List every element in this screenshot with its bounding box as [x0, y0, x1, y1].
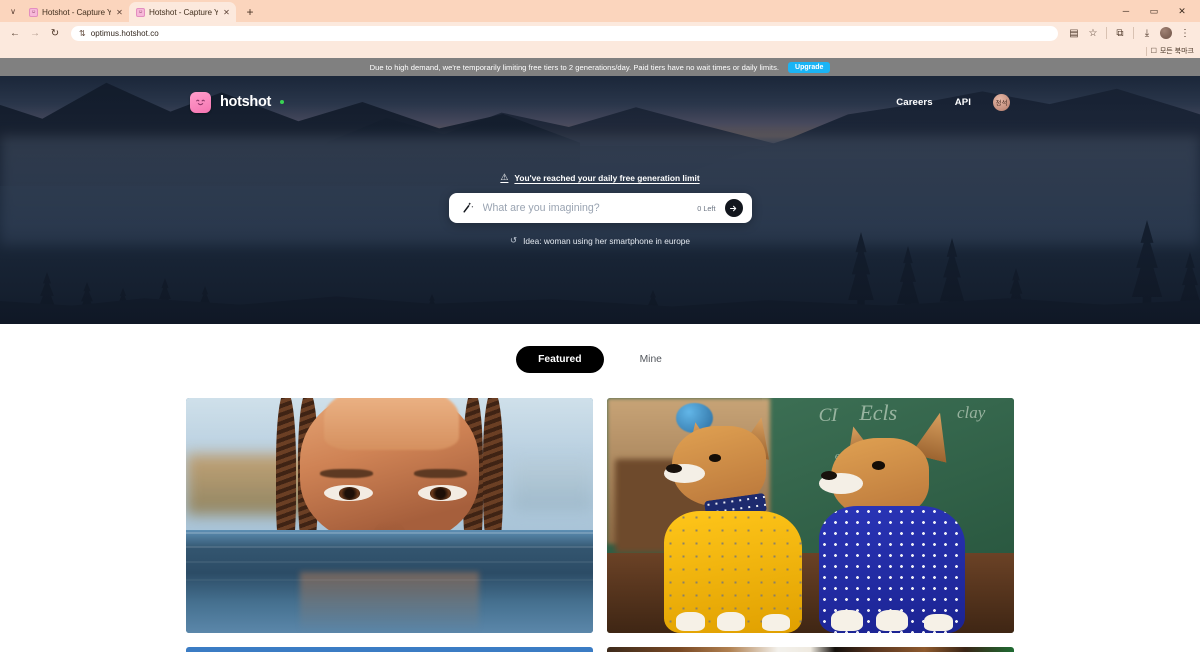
reload-icon[interactable]: ↻: [46, 24, 64, 42]
prompt-bar[interactable]: 0 Left: [448, 193, 752, 223]
hero-section: hotshot Careers API 정석 ⚠ You've reached …: [0, 76, 1200, 324]
hotshot-favicon-icon: ☺: [29, 7, 38, 17]
prompt-input[interactable]: [482, 202, 689, 214]
toolbar-right-actions: ▤ ☆ ⧉ ⤓ ⋮: [1065, 24, 1194, 42]
all-bookmarks-label: 모든 북마크: [1159, 48, 1194, 55]
announcement-banner: Due to high demand, we're temporarily li…: [0, 58, 1200, 76]
forward-icon[interactable]: →: [26, 24, 44, 42]
generation-limit-warning[interactable]: ⚠ You've reached your daily free generat…: [500, 172, 699, 183]
tab-mine[interactable]: Mine: [618, 346, 684, 373]
folder-icon: ☐: [1150, 48, 1157, 55]
browser-tab-1-title: Hotshot - Capture Your Imagi: [42, 7, 111, 17]
submit-prompt-button[interactable]: [724, 199, 743, 217]
brand-name: hotshot: [220, 94, 272, 110]
downloads-icon[interactable]: ⤓: [1138, 24, 1156, 42]
idea-suggestion-text: Idea: woman using her smartphone in euro…: [523, 235, 691, 246]
browser-chrome: ∨ ☺ Hotshot - Capture Your Imagi ✕ ☺ Hot…: [0, 0, 1200, 58]
bookmarks-divider: [1145, 46, 1147, 56]
browser-menu-icon[interactable]: ⋮: [1176, 24, 1194, 42]
back-icon[interactable]: ←: [6, 24, 24, 42]
address-bar[interactable]: ⇅ optimus.hotshot.co: [71, 25, 1058, 41]
brand-logo[interactable]: hotshot: [190, 91, 285, 113]
close-icon[interactable]: ✕: [222, 8, 231, 17]
toolbar-divider: [1133, 27, 1134, 39]
generation-limit-text: You've reached your daily free generatio…: [514, 172, 700, 183]
browser-tab-2-title: Hotshot - Capture Your Imagi: [149, 7, 218, 17]
generations-remaining-label: 0 Left: [697, 203, 716, 213]
artwork-image: [186, 647, 593, 652]
window-close-button[interactable]: ✕: [1168, 0, 1196, 22]
address-bar-url: optimus.hotshot.co: [90, 28, 159, 38]
account-avatar[interactable]: 정석: [993, 93, 1010, 111]
gallery-item-blue-scene-partial[interactable]: [186, 647, 593, 652]
new-tab-button[interactable]: +: [240, 2, 260, 22]
window-controls: ─ ▭ ✕: [1112, 0, 1196, 22]
tab-featured[interactable]: Featured: [516, 346, 604, 373]
bookmark-star-icon[interactable]: ☆: [1084, 24, 1102, 42]
browser-toolbar: ← → ↻ ⇅ optimus.hotshot.co ▤ ☆ ⧉ ⤓ ⋮: [0, 22, 1200, 44]
extensions-icon[interactable]: ⧉: [1111, 24, 1129, 42]
all-bookmarks-button[interactable]: ☐ 모든 북마크: [1151, 46, 1194, 56]
gallery-section: Featured Mine CI Ecls clay: [0, 324, 1200, 652]
tab-strip: ∨ ☺ Hotshot - Capture Your Imagi ✕ ☺ Hot…: [0, 0, 1200, 22]
status-dot-icon: [280, 100, 285, 104]
toolbar-divider: [1106, 27, 1107, 39]
browser-tab-1[interactable]: ☺ Hotshot - Capture Your Imagi ✕: [22, 2, 129, 22]
site-header: hotshot Careers API 정석: [0, 76, 1200, 128]
browser-tab-2[interactable]: ☺ Hotshot - Capture Your Imagi ✕: [129, 2, 236, 22]
hotshot-favicon-icon: ☺: [136, 7, 145, 17]
minimize-button[interactable]: ─: [1112, 0, 1140, 22]
hero-content: ⚠ You've reached your daily free generat…: [0, 172, 1200, 246]
profile-avatar-icon[interactable]: [1157, 24, 1175, 42]
primary-nav: Careers API 정석: [896, 93, 1010, 111]
gallery-item-two-corgis-classroom[interactable]: CI Ecls clay e t: [607, 398, 1014, 633]
maximize-button[interactable]: ▭: [1140, 0, 1168, 22]
gallery-tabs: Featured Mine: [0, 346, 1200, 373]
magic-wand-icon: [461, 200, 475, 217]
tab-search-chevron-icon[interactable]: ∨: [4, 0, 22, 22]
gallery-grid: CI Ecls clay e t: [186, 398, 1014, 652]
translate-icon[interactable]: ▤: [1065, 24, 1083, 42]
refresh-idea-icon[interactable]: ↺: [510, 235, 517, 246]
artwork-image: [186, 398, 593, 633]
nav-link-api[interactable]: API: [955, 97, 971, 108]
hotshot-mark-icon: [190, 91, 211, 113]
artwork-image: CI Ecls clay e t: [607, 398, 1014, 633]
warning-triangle-icon: ⚠: [500, 172, 509, 182]
announcement-text: Due to high demand, we're temporarily li…: [369, 62, 780, 72]
gallery-item-warm-scene-partial[interactable]: [607, 647, 1014, 652]
close-icon[interactable]: ✕: [115, 8, 124, 17]
site-info-icon[interactable]: ⇅: [79, 29, 86, 38]
gallery-item-portrait-woman-in-water[interactable]: [186, 398, 593, 633]
artwork-image: [607, 647, 1014, 652]
upgrade-button[interactable]: Upgrade: [788, 61, 831, 73]
nav-link-careers[interactable]: Careers: [896, 97, 932, 108]
idea-suggestion[interactable]: ↺ Idea: woman using her smartphone in eu…: [510, 235, 690, 246]
bookmarks-bar: ☐ 모든 북마크: [0, 44, 1200, 58]
